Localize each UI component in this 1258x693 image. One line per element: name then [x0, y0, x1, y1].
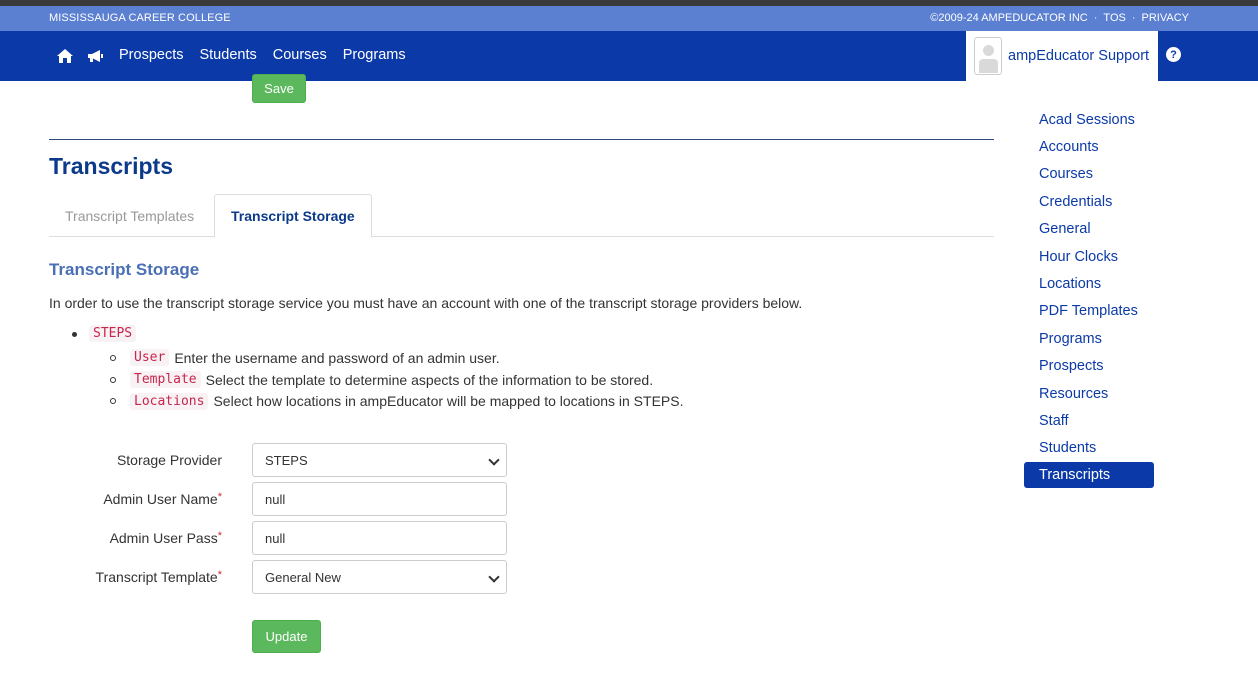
sidebar-item-credentials[interactable]: Credentials: [1024, 188, 1154, 215]
label-text: Admin User Pass: [109, 530, 218, 546]
list-item: Locations Select how locations in ampEdu…: [110, 390, 683, 412]
save-button[interactable]: Save: [252, 74, 306, 103]
label-text: Storage Provider: [116, 452, 222, 468]
page-title: Transcripts: [49, 153, 173, 179]
sidebar-item-pdf-templates[interactable]: PDF Templates: [1024, 298, 1154, 325]
label-text: Transcript Template: [95, 569, 218, 585]
section-title: Transcript Storage: [49, 260, 200, 279]
intro-text: In order to use the transcript storage s…: [49, 295, 803, 311]
circle-bullet-icon: [110, 355, 116, 361]
sidebar-item-resources[interactable]: Resources: [1024, 380, 1154, 407]
select-value: General New: [265, 569, 341, 585]
sidebar-item-general[interactable]: General: [1024, 216, 1154, 243]
sidebar-item-prospects[interactable]: Prospects: [1024, 353, 1154, 380]
separator-dot: ·: [1131, 12, 1136, 24]
provider-instructions: User Enter the username and password of …: [110, 347, 683, 412]
instruction-code: User: [130, 349, 170, 367]
transcript-template-label: Transcript Template*: [22, 569, 222, 585]
main-navbar: Prospects Students Courses Programs ampE…: [0, 31, 1258, 81]
home-icon[interactable]: [56, 47, 74, 65]
admin-user-pass-label: Admin User Pass*: [22, 530, 222, 546]
settings-sidebar: Acad Sessions Accounts Courses Credentia…: [1024, 106, 1154, 489]
instruction-text: Select the template to determine aspects…: [205, 371, 654, 388]
required-marker: *: [217, 569, 222, 581]
instruction-code: Locations: [130, 392, 209, 410]
list-item: User Enter the username and password of …: [110, 347, 683, 369]
tab-transcript-storage[interactable]: Transcript Storage: [214, 194, 372, 238]
sidebar-item-transcripts[interactable]: Transcripts: [1024, 462, 1154, 489]
section-divider: [49, 139, 994, 140]
sidebar-item-accounts[interactable]: Accounts: [1024, 133, 1154, 160]
copyright-text: ©2009-24 AMPEDUCATOR INC: [930, 12, 1088, 24]
tab-transcript-templates[interactable]: Transcript Templates: [49, 194, 210, 237]
top-info-links: ©2009-24 AMPEDUCATOR INC · TOS · PRIVACY: [930, 12, 1189, 24]
input-value: null: [265, 491, 286, 507]
sidebar-item-hour-clocks[interactable]: Hour Clocks: [1024, 243, 1154, 270]
megaphone-icon[interactable]: [86, 47, 104, 65]
college-name: MISSISSAUGA CAREER COLLEGE: [49, 12, 231, 24]
tos-link[interactable]: TOS: [1103, 12, 1125, 24]
storage-provider-label: Storage Provider: [22, 452, 222, 468]
instruction-text: Enter the username and password of an ad…: [174, 349, 500, 366]
circle-bullet-icon: [110, 398, 116, 405]
top-info-bar: MISSISSAUGA CAREER COLLEGE ©2009-24 AMPE…: [0, 6, 1258, 31]
list-item: Template Select the template to determin…: [110, 369, 683, 391]
nav-links: Prospects Students Courses Programs: [119, 47, 406, 63]
admin-user-name-field[interactable]: null: [252, 482, 507, 516]
circle-bullet-icon: [110, 376, 116, 383]
nav-courses[interactable]: Courses: [273, 47, 327, 63]
privacy-link[interactable]: PRIVACY: [1142, 12, 1189, 24]
nav-prospects[interactable]: Prospects: [119, 47, 183, 63]
nav-students[interactable]: Students: [199, 47, 256, 63]
sidebar-item-programs[interactable]: Programs: [1024, 325, 1154, 352]
chevron-down-icon: [488, 571, 500, 583]
tab-bar: Transcript Templates Transcript Storage: [49, 194, 994, 238]
storage-provider-select[interactable]: STEPS: [252, 443, 507, 477]
sidebar-item-acad-sessions[interactable]: Acad Sessions: [1024, 106, 1154, 133]
instruction-code: Template: [130, 371, 201, 389]
user-menu[interactable]: ampEducator Support: [966, 31, 1158, 81]
nav-programs[interactable]: Programs: [343, 47, 406, 63]
label-text: Admin User Name: [103, 491, 218, 507]
instruction-text: Select how locations in ampEducator will…: [213, 393, 684, 410]
sidebar-item-courses[interactable]: Courses: [1024, 161, 1154, 188]
transcript-template-select[interactable]: General New: [252, 560, 507, 594]
select-value: STEPS: [265, 452, 308, 468]
required-marker: *: [217, 530, 222, 542]
required-marker: *: [217, 491, 222, 503]
admin-user-name-label: Admin User Name*: [22, 491, 222, 507]
avatar: [974, 37, 1002, 75]
help-icon[interactable]: ?: [1166, 47, 1181, 62]
sidebar-item-locations[interactable]: Locations: [1024, 270, 1154, 297]
bullet-icon: [72, 332, 77, 337]
sidebar-item-staff[interactable]: Staff: [1024, 407, 1154, 434]
user-name: ampEducator Support: [1008, 48, 1150, 64]
input-value: null: [265, 530, 286, 546]
provider-name: STEPS: [89, 325, 137, 342]
sidebar-item-students[interactable]: Students: [1024, 435, 1154, 462]
chevron-down-icon: [488, 454, 500, 466]
update-button[interactable]: Update: [252, 620, 321, 653]
separator-dot: ·: [1093, 12, 1098, 24]
admin-user-pass-field[interactable]: null: [252, 521, 507, 555]
